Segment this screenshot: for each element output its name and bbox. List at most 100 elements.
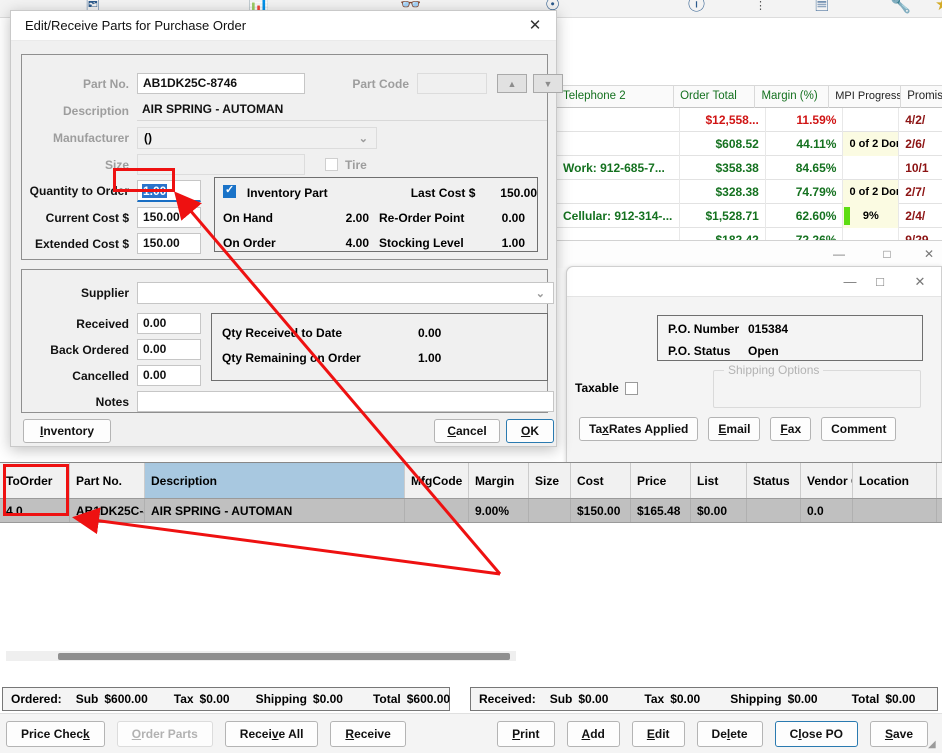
button-receive-all[interactable]: Recei v e All <box>224 721 319 747</box>
background-grid-header: Telephone 2 Order Total Margin (%) MPI P… <box>557 85 942 108</box>
po-action-buttons: Ta x Rates Applied Email Fax Comment <box>579 417 897 441</box>
table-row[interactable]: 4.0AB1DK25C-8...AIR SPRING - AUTOMAN 9.00… <box>0 499 942 523</box>
po-button-email[interactable]: Email <box>708 417 761 441</box>
parts-col-status[interactable]: Status <box>747 463 801 498</box>
col-mpi-progress[interactable]: MPI Progress <box>829 85 902 108</box>
cancelled-label: Cancelled <box>72 368 129 383</box>
button-add[interactable]: Add <box>566 721 620 747</box>
parts-col-part-no[interactable]: Part No. <box>70 463 145 498</box>
cancelled-input[interactable]: 0.00 <box>137 365 201 386</box>
parts-col-mfgcode[interactable]: MfgCode <box>405 463 469 498</box>
spinner-down-button[interactable]: ▼ <box>533 74 563 93</box>
part-code-input[interactable] <box>417 73 487 94</box>
cancel-button[interactable]: Cancel <box>434 419 500 443</box>
taxable-label: Taxable <box>575 381 619 395</box>
parts-cell-status <box>747 499 801 522</box>
col-margin[interactable]: Margin (%) <box>755 85 830 108</box>
dialog-close-icon[interactable]: ✕ <box>522 15 548 37</box>
po-close-button[interactable]: ✕ <box>907 273 933 291</box>
ordered-sub-label: Sub <box>75 692 99 706</box>
on-order-value: 4.00 <box>345 235 369 250</box>
parts-col-list[interactable]: List <box>691 463 747 498</box>
background-grid-row[interactable]: $12,558... 11.59% 4/2/ <box>557 108 942 132</box>
part-no-input[interactable]: AB1DK25C-8746 <box>137 73 305 94</box>
button-print[interactable]: Print <box>497 721 555 747</box>
col-promised[interactable]: Promised <box>901 85 942 108</box>
supplier-chevron-down-icon: ⌄ <box>535 287 545 300</box>
description-input[interactable]: AIR SPRING - AUTOMAN <box>137 100 547 121</box>
parts-col-description[interactable]: Description <box>145 463 405 498</box>
inventory-part-checkbox[interactable] <box>223 183 236 198</box>
notes-input[interactable] <box>137 391 554 412</box>
po-number-value: 015384 <box>748 322 789 336</box>
cell-order-total: $328.38 <box>680 180 766 204</box>
po-maximize-button[interactable]: □ <box>867 273 893 291</box>
background-orders-grid[interactable]: Telephone 2 Order Total Margin (%) MPI P… <box>556 18 942 256</box>
received-sub-value: $0.00 <box>578 692 609 706</box>
background-grid-row[interactable]: Cellular: 912-314-... $1,528.71 62.60% 9% 2/… <box>557 204 942 228</box>
last-cost-value: 150.00 <box>500 185 537 200</box>
ok-button-rest: K <box>530 424 539 438</box>
secondary-minimize-button[interactable]: — <box>828 245 850 263</box>
button-receive[interactable]: Receive <box>330 721 406 747</box>
cell-mpi-progress <box>843 108 900 132</box>
document-edit-icon[interactable]: 🗎 <box>815 0 829 14</box>
received-field: Received 0.00 <box>31 313 201 334</box>
qty-received-to-date-label: Qty Received to Date <box>222 325 343 340</box>
dialog-titlebar[interactable]: Edit/Receive Parts for Purchase Order ✕ <box>11 11 556 41</box>
taxable-checkbox[interactable] <box>624 381 638 395</box>
supplier-select[interactable]: ⌄ <box>137 282 554 304</box>
current-cost-input[interactable]: 150.00 <box>137 207 201 228</box>
secondary-maximize-button[interactable]: □ <box>876 245 898 263</box>
resize-grip-icon[interactable]: ◢ <box>928 739 940 751</box>
secondary-close-button[interactable]: ✕ <box>918 245 940 263</box>
wrench-icon[interactable]: 🔧 <box>890 0 911 14</box>
col-order-total[interactable]: Order Total <box>674 85 756 108</box>
cell-margin: 11.59% <box>766 108 844 132</box>
star-icon[interactable]: ★ <box>935 0 942 14</box>
cell-telephone2: Work: 912-685-7... <box>557 156 681 180</box>
po-button-fax[interactable]: Fax <box>770 417 812 441</box>
extended-cost-input[interactable]: 150.00 <box>137 233 201 254</box>
parts-col-size[interactable]: Size <box>529 463 571 498</box>
quantity-to-order-input[interactable]: 1.00 <box>137 180 201 202</box>
parts-col-cost[interactable]: Cost <box>571 463 631 498</box>
inventory-part-checkbox-wrap[interactable] <box>223 183 237 201</box>
ok-button[interactable]: OK <box>506 419 554 443</box>
po-button-comment[interactable]: Comment <box>821 417 897 441</box>
po-button-tax-rates-applied[interactable]: Ta x Rates Applied <box>579 417 699 441</box>
back-ordered-input[interactable]: 0.00 <box>137 339 201 360</box>
background-grid-row[interactable]: $328.38 74.79% 0 of 2 Don 2/7/ <box>557 180 942 204</box>
tire-field[interactable]: Tire <box>325 158 367 172</box>
background-grid-row[interactable]: $608.52 44.11% 0 of 2 Don 2/6/ <box>557 132 942 156</box>
edit-receive-parts-dialog: Edit/Receive Parts for Purchase Order ✕ … <box>10 10 563 447</box>
button-delete[interactable]: De l ete <box>696 721 763 747</box>
parts-col-vendor-qty[interactable]: Vendor Qty <box>801 463 853 498</box>
background-grid-row[interactable]: Work: 912-685-7... $358.38 84.65% 10/1 <box>557 156 942 180</box>
parts-col-price[interactable]: Price <box>631 463 691 498</box>
parts-col-margin[interactable]: Margin <box>469 463 529 498</box>
button-close-po[interactable]: Cl ose PO <box>774 721 858 747</box>
more-dots-icon[interactable]: ⋮ <box>755 0 766 12</box>
button-edit[interactable]: Edit <box>631 721 685 747</box>
col-telephone2[interactable]: Telephone 2 <box>557 85 675 108</box>
parts-grid-hscrollbar-thumb[interactable] <box>58 653 510 660</box>
ordered-shipping-label: Shipping <box>255 692 307 706</box>
po-minimize-button[interactable]: — <box>837 273 863 291</box>
button-save[interactable]: Save <box>869 721 928 747</box>
parts-col-location[interactable]: Location <box>853 463 937 498</box>
cell-promised: 2/4/ <box>899 204 942 228</box>
po-window-titlebar[interactable]: — □ ✕ <box>567 267 941 297</box>
tire-checkbox[interactable] <box>325 158 338 171</box>
spinner-up-button[interactable]: ▲ <box>497 74 527 93</box>
back-ordered-label: Back Ordered <box>50 342 129 357</box>
parts-col-toorder[interactable]: ToOrder <box>0 463 70 498</box>
received-input[interactable]: 0.00 <box>137 313 201 334</box>
size-input[interactable] <box>137 154 305 175</box>
supplier-label: Supplier <box>80 286 129 300</box>
inventory-button[interactable]: Inventory <box>23 419 111 443</box>
manufacturer-select[interactable]: () ⌄ <box>137 127 377 149</box>
button-price-check[interactable]: Price Chec k <box>6 721 105 747</box>
help-icon[interactable]: ⓘ <box>688 0 705 14</box>
taxable-field[interactable]: Taxable <box>575 381 638 395</box>
